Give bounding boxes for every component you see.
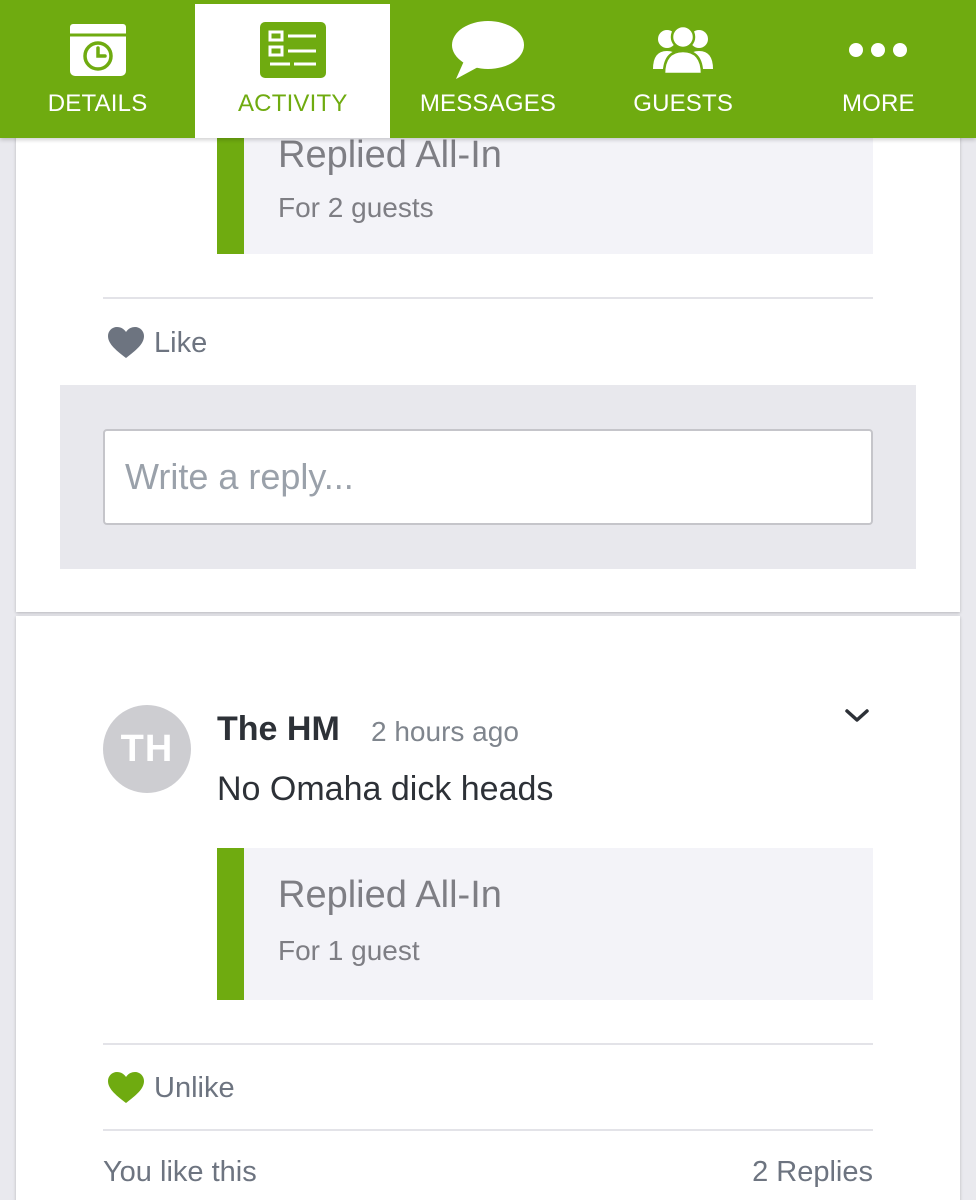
tab-messages[interactable]: MESSAGES <box>390 0 585 138</box>
tab-guests-label: GUESTS <box>633 90 734 117</box>
unlike-label: Unlike <box>154 1071 235 1104</box>
activity-page: DETAILS ACTIVITY MESSAGES GUESTS MORE Re… <box>0 0 976 1200</box>
rsvp-status-title: Replied All-In <box>278 134 502 176</box>
likes-summary[interactable]: You like this <box>103 1156 257 1189</box>
rsvp-status-title: Replied All-In <box>278 874 502 916</box>
chevron-down-icon[interactable] <box>844 708 874 730</box>
divider <box>103 297 873 299</box>
like-button[interactable]: Like <box>108 326 207 360</box>
status-accent-bar <box>217 848 244 1000</box>
more-dots-icon <box>828 18 928 82</box>
reply-area <box>60 385 916 569</box>
heart-icon <box>108 1071 146 1105</box>
unlike-button[interactable]: Unlike <box>108 1071 235 1105</box>
heart-icon <box>108 326 146 360</box>
rsvp-status-subtitle: For 2 guests <box>278 192 434 223</box>
activity-feed-icon <box>243 18 343 82</box>
post-text: No Omaha dick heads <box>217 770 554 808</box>
guests-group-icon <box>633 18 733 82</box>
tab-activity[interactable]: ACTIVITY <box>195 4 391 138</box>
tab-messages-label: MESSAGES <box>419 90 557 117</box>
tab-details-label: DETAILS <box>47 90 148 117</box>
calendar-clock-icon <box>48 18 148 82</box>
tab-more[interactable]: MORE <box>781 0 976 138</box>
activity-card: TH The HM 2 hours ago No Omaha dick head… <box>16 616 960 1200</box>
avatar: TH <box>103 705 191 793</box>
activity-card: Replied All-In For 2 guests Like <box>16 100 960 612</box>
tab-more-label: MORE <box>841 90 915 117</box>
reply-input[interactable] <box>103 429 873 525</box>
tab-activity-label: ACTIVITY <box>237 90 348 117</box>
like-label: Like <box>154 326 208 359</box>
divider <box>103 1129 873 1131</box>
replies-count-link[interactable]: 2 Replies <box>752 1156 873 1189</box>
rsvp-status-block: Replied All-In For 1 guest <box>217 848 873 1000</box>
tab-details[interactable]: DETAILS <box>0 0 195 138</box>
top-nav: DETAILS ACTIVITY MESSAGES GUESTS MORE <box>0 0 976 138</box>
rsvp-status-subtitle: For 1 guest <box>278 935 420 966</box>
post-timestamp: 2 hours ago <box>371 716 519 747</box>
speech-bubble-icon <box>438 18 538 82</box>
author-name[interactable]: The HM <box>217 710 340 749</box>
divider <box>103 1043 873 1045</box>
tab-guests[interactable]: GUESTS <box>586 0 781 138</box>
